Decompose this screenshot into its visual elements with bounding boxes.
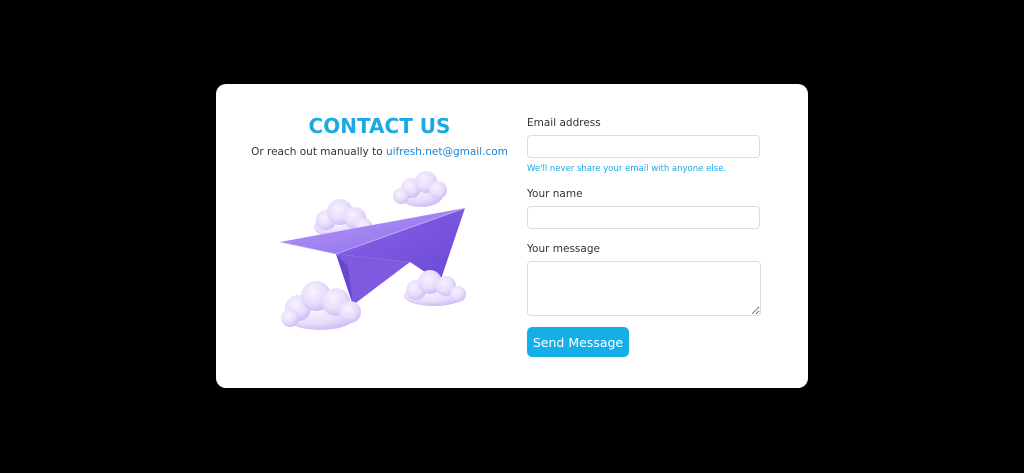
contact-form: Email address We'll never share your ema… xyxy=(527,84,787,388)
name-field[interactable] xyxy=(527,206,760,229)
page-title: CONTACT US xyxy=(308,114,451,138)
subtitle-text: Or reach out manually to xyxy=(251,146,386,158)
send-message-button[interactable]: Send Message xyxy=(527,327,629,357)
contact-info-panel: CONTACT US Or reach out manually to uifr… xyxy=(216,84,543,388)
email-help-text: We'll never share your email with anyone… xyxy=(527,164,727,174)
paper-plane-illustration xyxy=(279,171,466,330)
email-field[interactable] xyxy=(527,135,760,158)
contact-card: CONTACT US Or reach out manually to uifr… xyxy=(216,84,808,388)
contact-subtitle: Or reach out manually to uifresh.net@gma… xyxy=(216,146,543,158)
email-label: Email address xyxy=(527,117,601,129)
message-label: Your message xyxy=(527,243,600,255)
cloud-icon xyxy=(404,270,466,306)
cloud-icon xyxy=(393,171,447,207)
message-field[interactable] xyxy=(527,261,761,316)
name-label: Your name xyxy=(527,188,583,200)
email-link[interactable]: uifresh.net@gmail.com xyxy=(386,146,508,158)
